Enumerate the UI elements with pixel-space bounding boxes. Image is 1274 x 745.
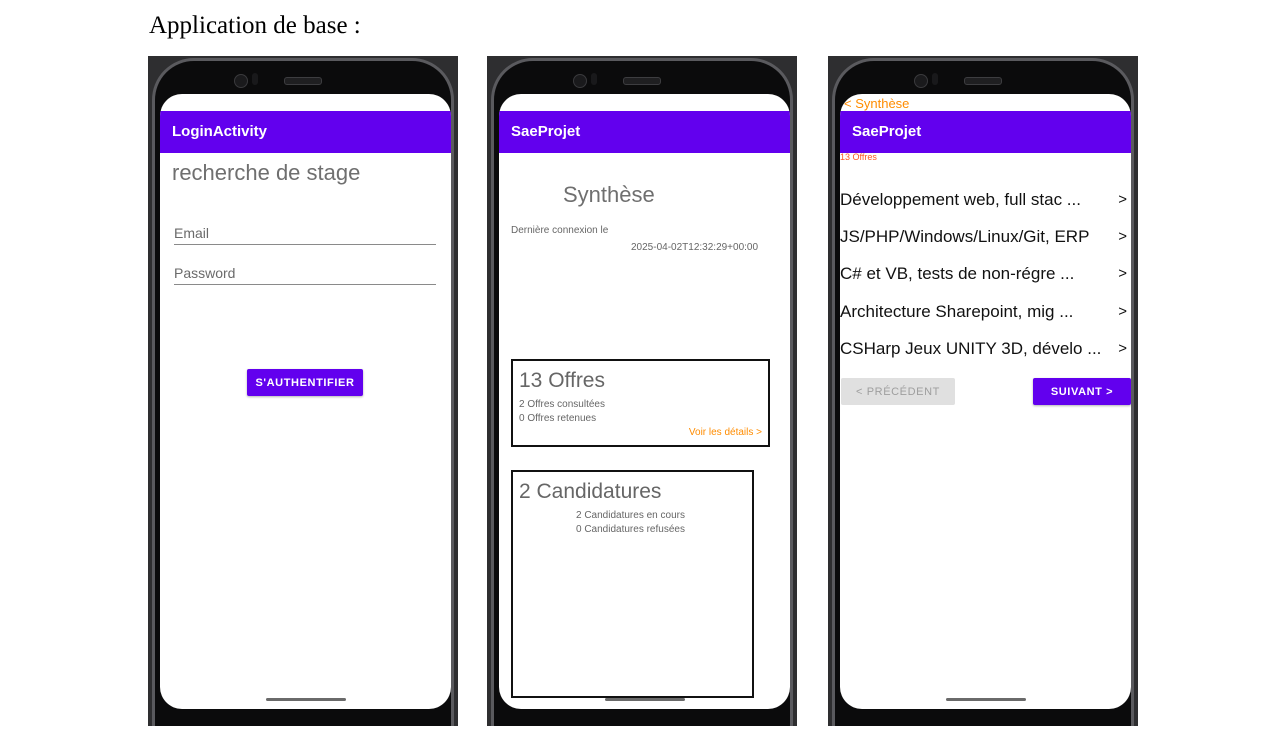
list-item[interactable]: Développement web, full stac ... > <box>840 182 1131 218</box>
synthese-heading: Synthèse <box>563 182 655 207</box>
list-item-label: CSHarp Jeux UNITY 3D, dévelo ... <box>840 339 1102 358</box>
phone-login: LoginActivity recherche de stage Email P… <box>148 56 458 726</box>
speaker-grille <box>623 77 661 85</box>
last-login-value: 2025-04-02T12:32:29+00:00 <box>631 242 759 253</box>
list-item[interactable]: CSHarp Jeux UNITY 3D, dévelo ... > <box>840 331 1131 367</box>
chevron-right-icon: > <box>1118 303 1127 320</box>
list-item[interactable]: Architecture Sharepoint, mig ... > <box>840 294 1131 330</box>
applications-card: 2 Candidatures 2 Candidatures en cours 0… <box>511 470 754 698</box>
chevron-right-icon: > <box>1118 191 1127 208</box>
offers-count-label: 13 Offres <box>840 152 877 162</box>
offers-details-link[interactable]: Voir les détails > <box>689 427 762 438</box>
applications-in-progress: 2 Candidatures en cours <box>576 510 685 521</box>
offers-consulted: 2 Offres consultées <box>519 399 605 410</box>
list-item-label: Architecture Sharepoint, mig ... <box>840 302 1074 321</box>
app-bar-title: LoginActivity <box>160 111 451 153</box>
camera-icon <box>914 74 928 88</box>
offers-count: 13 Offres <box>519 369 605 392</box>
phone-synthese: SaeProjet Synthèse Dernière connexion le… <box>487 56 797 726</box>
sensor-icon <box>591 73 597 85</box>
applications-count: 2 Candidatures <box>519 480 662 503</box>
phone-offers-list: < Synthèse SaeProjet 13 Offres Développe… <box>828 56 1138 726</box>
list-item-label: Développement web, full stac ... <box>840 190 1081 209</box>
speaker-grille <box>964 77 1002 85</box>
list-item[interactable]: C# et VB, tests de non-régre ... > <box>840 256 1131 292</box>
offers-card: 13 Offres 2 Offres consultées 0 Offres r… <box>511 359 770 447</box>
login-heading: recherche de stage <box>172 160 361 185</box>
email-field[interactable]: Email <box>174 222 436 245</box>
sensor-icon <box>252 73 258 85</box>
list-item-label: C# et VB, tests de non-régre ... <box>840 264 1075 283</box>
app-bar-title: SaeProjet <box>840 111 1131 153</box>
last-login-label: Dernière connexion le <box>511 225 609 236</box>
offers-list-screen: < Synthèse SaeProjet 13 Offres Développe… <box>840 94 1131 709</box>
login-screen: LoginActivity recherche de stage Email P… <box>160 94 451 709</box>
synthese-screen: SaeProjet Synthèse Dernière connexion le… <box>499 94 790 709</box>
next-button[interactable]: SUIVANT > <box>1033 378 1131 405</box>
list-item-label: JS/PHP/Windows/Linux/Git, ERP <box>840 227 1090 246</box>
home-indicator[interactable] <box>945 698 1026 701</box>
home-indicator[interactable] <box>265 698 346 701</box>
previous-button[interactable]: < PRÉCÉDENT <box>841 378 955 405</box>
applications-refused: 0 Candidatures refusées <box>576 524 685 535</box>
authenticate-button[interactable]: S'AUTHENTIFIER <box>247 369 363 396</box>
email-placeholder: Email <box>174 225 210 241</box>
camera-icon <box>573 74 587 88</box>
chevron-right-icon: > <box>1118 340 1127 357</box>
app-bar-title: SaeProjet <box>499 111 790 153</box>
chevron-right-icon: > <box>1118 228 1127 245</box>
chevron-right-icon: > <box>1118 265 1127 282</box>
password-placeholder: Password <box>174 265 236 281</box>
speaker-grille <box>284 77 322 85</box>
list-item[interactable]: JS/PHP/Windows/Linux/Git, ERP > <box>840 219 1131 255</box>
password-field[interactable]: Password <box>174 262 436 285</box>
sensor-icon <box>932 73 938 85</box>
camera-icon <box>234 74 248 88</box>
offers-retained: 0 Offres retenues <box>519 413 597 424</box>
back-to-synthese[interactable]: < Synthèse <box>844 96 909 111</box>
home-indicator[interactable] <box>604 698 685 701</box>
document-title: Application de base : <box>149 12 361 39</box>
